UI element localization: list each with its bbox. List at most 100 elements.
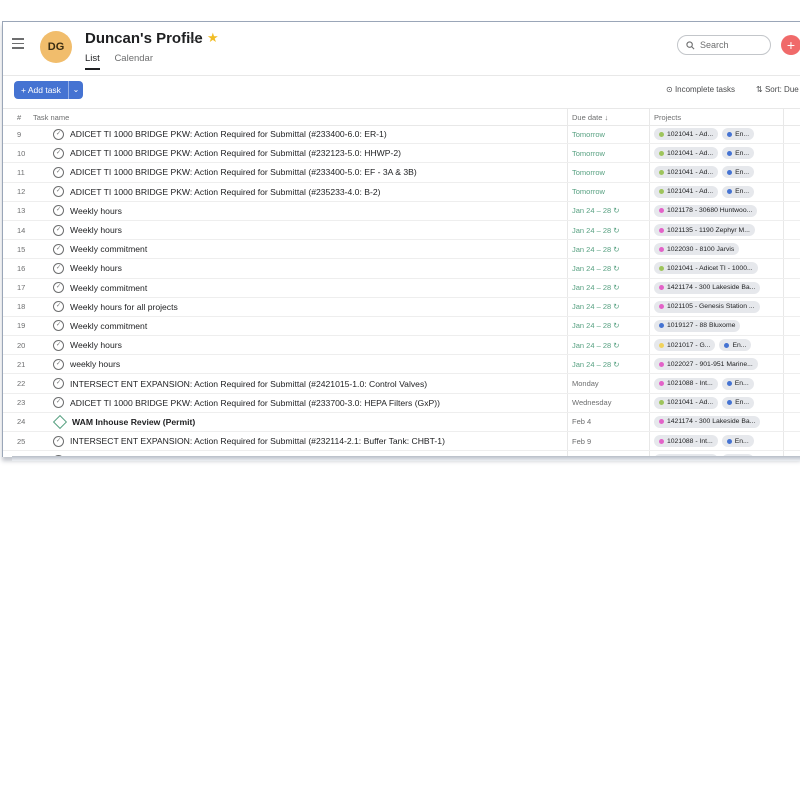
due-date[interactable]: Jan 24 – 28 ↻ [572, 317, 650, 335]
project-tag[interactable]: En... [722, 166, 755, 179]
check-circle-icon[interactable]: ✓ [53, 397, 64, 409]
create-button[interactable]: + [781, 35, 800, 55]
col-projects[interactable]: Projects [654, 113, 681, 122]
check-circle-icon[interactable]: ✓ [53, 435, 64, 447]
project-tag[interactable]: En... [719, 339, 752, 352]
add-task-dropdown-icon[interactable]: ⌄ [67, 81, 83, 99]
check-circle-icon[interactable]: ✓ [53, 224, 64, 236]
incomplete-tasks-filter[interactable]: ⊙ Incomplete tasks [666, 85, 735, 94]
tab-calendar[interactable]: Calendar [114, 53, 153, 68]
table-row[interactable]: 11 ✓ ADICET TI 1000 BRIDGE PKW: Action Req… [3, 163, 800, 183]
table-row[interactable]: 23 ✓ ADICET TI 1000 BRIDGE PKW: Action Req… [3, 394, 800, 413]
menu-icon[interactable] [12, 38, 24, 49]
table-row[interactable]: 9 ✓ ADICET TI 1000 BRIDGE PKW: Action Requ… [3, 125, 800, 145]
table-row[interactable]: 20 ✓ Weekly hours Jan 24 – 28 ↻ 1021017 - G.… [3, 336, 800, 356]
task-name[interactable]: ADICET TI 1000 BRIDGE PKW: Action Requir… [70, 129, 387, 139]
project-tag[interactable]: 1021105 - Genesis Station ... [654, 300, 760, 313]
task-name[interactable]: Weekly hours [70, 206, 122, 216]
check-circle-icon[interactable]: ✓ [53, 147, 64, 159]
project-tag[interactable]: 1021135 - 1190 Zephyr M... [654, 224, 755, 237]
table-row[interactable]: 14 ✓ Weekly hours Jan 24 – 28 ↻ 1021135 - 11… [3, 221, 800, 241]
due-date[interactable]: Feb 9 [572, 432, 650, 450]
tab-list[interactable]: List [85, 53, 100, 70]
task-name-cell[interactable]: ✓ ADICET TI 1000 BRIDGE PKW: Action Requi… [53, 183, 565, 201]
col-due-date[interactable]: Due date ↓ [572, 113, 608, 122]
task-name[interactable]: Weekly hours [70, 263, 122, 273]
task-name[interactable]: Weekly hours [70, 225, 122, 235]
milestone-icon[interactable] [53, 414, 68, 429]
due-date[interactable]: Jan 24 – 28 ↻ [572, 336, 650, 354]
check-circle-icon[interactable]: ✓ [53, 128, 64, 140]
task-name-cell[interactable]: ✓ Weekly hours [53, 202, 565, 220]
table-row[interactable]: 13 ✓ Weekly hours Jan 24 – 28 ↻ 1021178 - 30… [3, 202, 800, 221]
due-date[interactable]: Wednesday [572, 394, 650, 412]
due-date[interactable]: Tomorrow [572, 163, 650, 181]
due-date[interactable]: Monday [572, 374, 650, 392]
check-circle-icon[interactable]: ✓ [53, 205, 64, 217]
project-tag[interactable]: 1021088 - Int... [654, 435, 718, 448]
project-tag[interactable]: En... [722, 147, 755, 160]
task-name-cell[interactable]: ✓ ADICET TI 1000 BRIDGE PKW: Action Requi… [53, 125, 565, 143]
col-task-name[interactable]: Task name [33, 113, 69, 122]
project-tag[interactable]: 1421174 - 300 Lakeside Ba... [654, 415, 761, 428]
due-date[interactable]: Tomorrow [572, 183, 650, 201]
check-circle-icon[interactable]: ✓ [53, 320, 64, 332]
table-row[interactable]: 25 ✓ INTERSECT ENT EXPANSION: Action Requi… [3, 432, 800, 452]
due-date[interactable]: Jan 24 – 28 ↻ [572, 240, 650, 258]
task-name-cell[interactable]: ✓ Weekly hours for all projects [53, 298, 565, 316]
task-name-cell[interactable]: ✓ ADICET TI 1000 BRIDGE PKW: Action Requi… [53, 144, 565, 162]
due-date[interactable]: Tomorrow [572, 125, 650, 143]
due-date[interactable]: Tomorrow [572, 144, 650, 162]
project-tag[interactable]: En... [721, 435, 754, 448]
table-row[interactable]: 15 ✓ Weekly commitment Jan 24 – 28 ↻ 1022030… [3, 240, 800, 260]
project-tag[interactable]: En... [722, 396, 755, 409]
due-date[interactable]: Jan 24 – 28 ↻ [572, 221, 650, 239]
table-row[interactable]: 18 ✓ Weekly hours for all projects Jan 24 –… [3, 298, 800, 317]
task-name-cell[interactable]: ✓ Weekly hours [53, 259, 565, 277]
table-row[interactable]: 22 ✓ INTERSECT ENT EXPANSION: Action Requi… [3, 374, 800, 394]
due-date[interactable]: Feb 4 [572, 413, 650, 431]
project-tag[interactable]: 1021017 - G... [654, 339, 716, 352]
due-date[interactable]: Jan 24 – 28 ↻ [572, 298, 650, 316]
project-tag[interactable]: 1019127 - 88 Bluxome [654, 319, 741, 332]
project-tag[interactable]: En... [722, 128, 755, 141]
task-name[interactable]: ADICET TI 1000 BRIDGE PKW: Action Requir… [70, 148, 401, 158]
table-row[interactable]: 19 ✓ Weekly commitment Jan 24 – 28 ↻ 1019127… [3, 317, 800, 337]
task-name-cell[interactable]: ✓ ADICET TI 1000 BRIDGE PKW: Action Requi… [53, 163, 565, 181]
task-name[interactable]: Weekly hours for all projects [70, 302, 178, 312]
table-row[interactable]: 17 ✓ Weekly commitment Jan 24 – 28 ↻ 1421174… [3, 279, 800, 298]
task-name[interactable]: Weekly commitment [70, 244, 147, 254]
task-name[interactable]: ADICET TI 1000 BRIDGE PKW: Action Requir… [70, 167, 417, 177]
task-name[interactable]: Weekly commitment [70, 321, 147, 331]
task-name-cell[interactable]: ✓ Weekly hours [53, 336, 565, 354]
task-name[interactable]: INTERSECT ENT EXPANSION: Action Required… [70, 436, 445, 446]
task-name-cell[interactable]: ✓ INTERSECT ENT EXPANSION: Action Require… [53, 432, 565, 450]
project-tag[interactable]: 1021041 - Ad... [654, 128, 719, 141]
task-name-cell[interactable]: ✓ Weekly commitment [53, 279, 565, 297]
task-name[interactable]: ADICET TI 1000 BRIDGE PKW: Action Requir… [70, 398, 440, 408]
table-row[interactable]: 24 WAM Inhouse Review (Permit) Feb 4 142117… [3, 413, 800, 432]
task-name[interactable]: Weekly commitment [70, 283, 147, 293]
task-name[interactable]: Weekly hours [70, 340, 122, 350]
check-circle-icon[interactable]: ✓ [53, 166, 64, 178]
add-task-button[interactable]: + Add task [14, 81, 68, 99]
check-circle-icon[interactable]: ✓ [53, 282, 64, 294]
check-circle-icon[interactable]: ✓ [53, 339, 64, 351]
task-name[interactable]: WAM Inhouse Review (Permit) [72, 417, 195, 427]
chevron-down-icon[interactable]: ﹀ [189, 34, 200, 50]
project-tag[interactable]: 1021041 - Ad... [654, 185, 719, 198]
check-circle-icon[interactable]: ✓ [53, 243, 64, 255]
task-name-cell[interactable]: ✓ Weekly commitment [53, 317, 565, 335]
search-input[interactable]: Search [677, 35, 771, 55]
task-name-cell[interactable]: WAM Inhouse Review (Permit) [53, 413, 565, 431]
due-date[interactable]: Jan 24 – 28 ↻ [572, 355, 650, 373]
project-tag[interactable]: 1022030 - 8100 Jarvis [654, 243, 740, 256]
project-tag[interactable]: 1021088 - Int... [654, 377, 718, 390]
task-name-cell[interactable]: ✓ Weekly hours [53, 221, 565, 239]
project-tag[interactable]: En... [722, 185, 755, 198]
table-row[interactable]: 16 ✓ Weekly hours Jan 24 – 28 ↻ 1021041 - Ad… [3, 259, 800, 279]
project-tag[interactable]: 1021041 - Ad... [654, 396, 719, 409]
task-name-cell[interactable]: ✓ weekly hours [53, 355, 565, 373]
due-date[interactable]: Jan 24 – 28 ↻ [572, 259, 650, 277]
project-tag[interactable]: 1421174 - 300 Lakeside Ba... [654, 281, 761, 294]
